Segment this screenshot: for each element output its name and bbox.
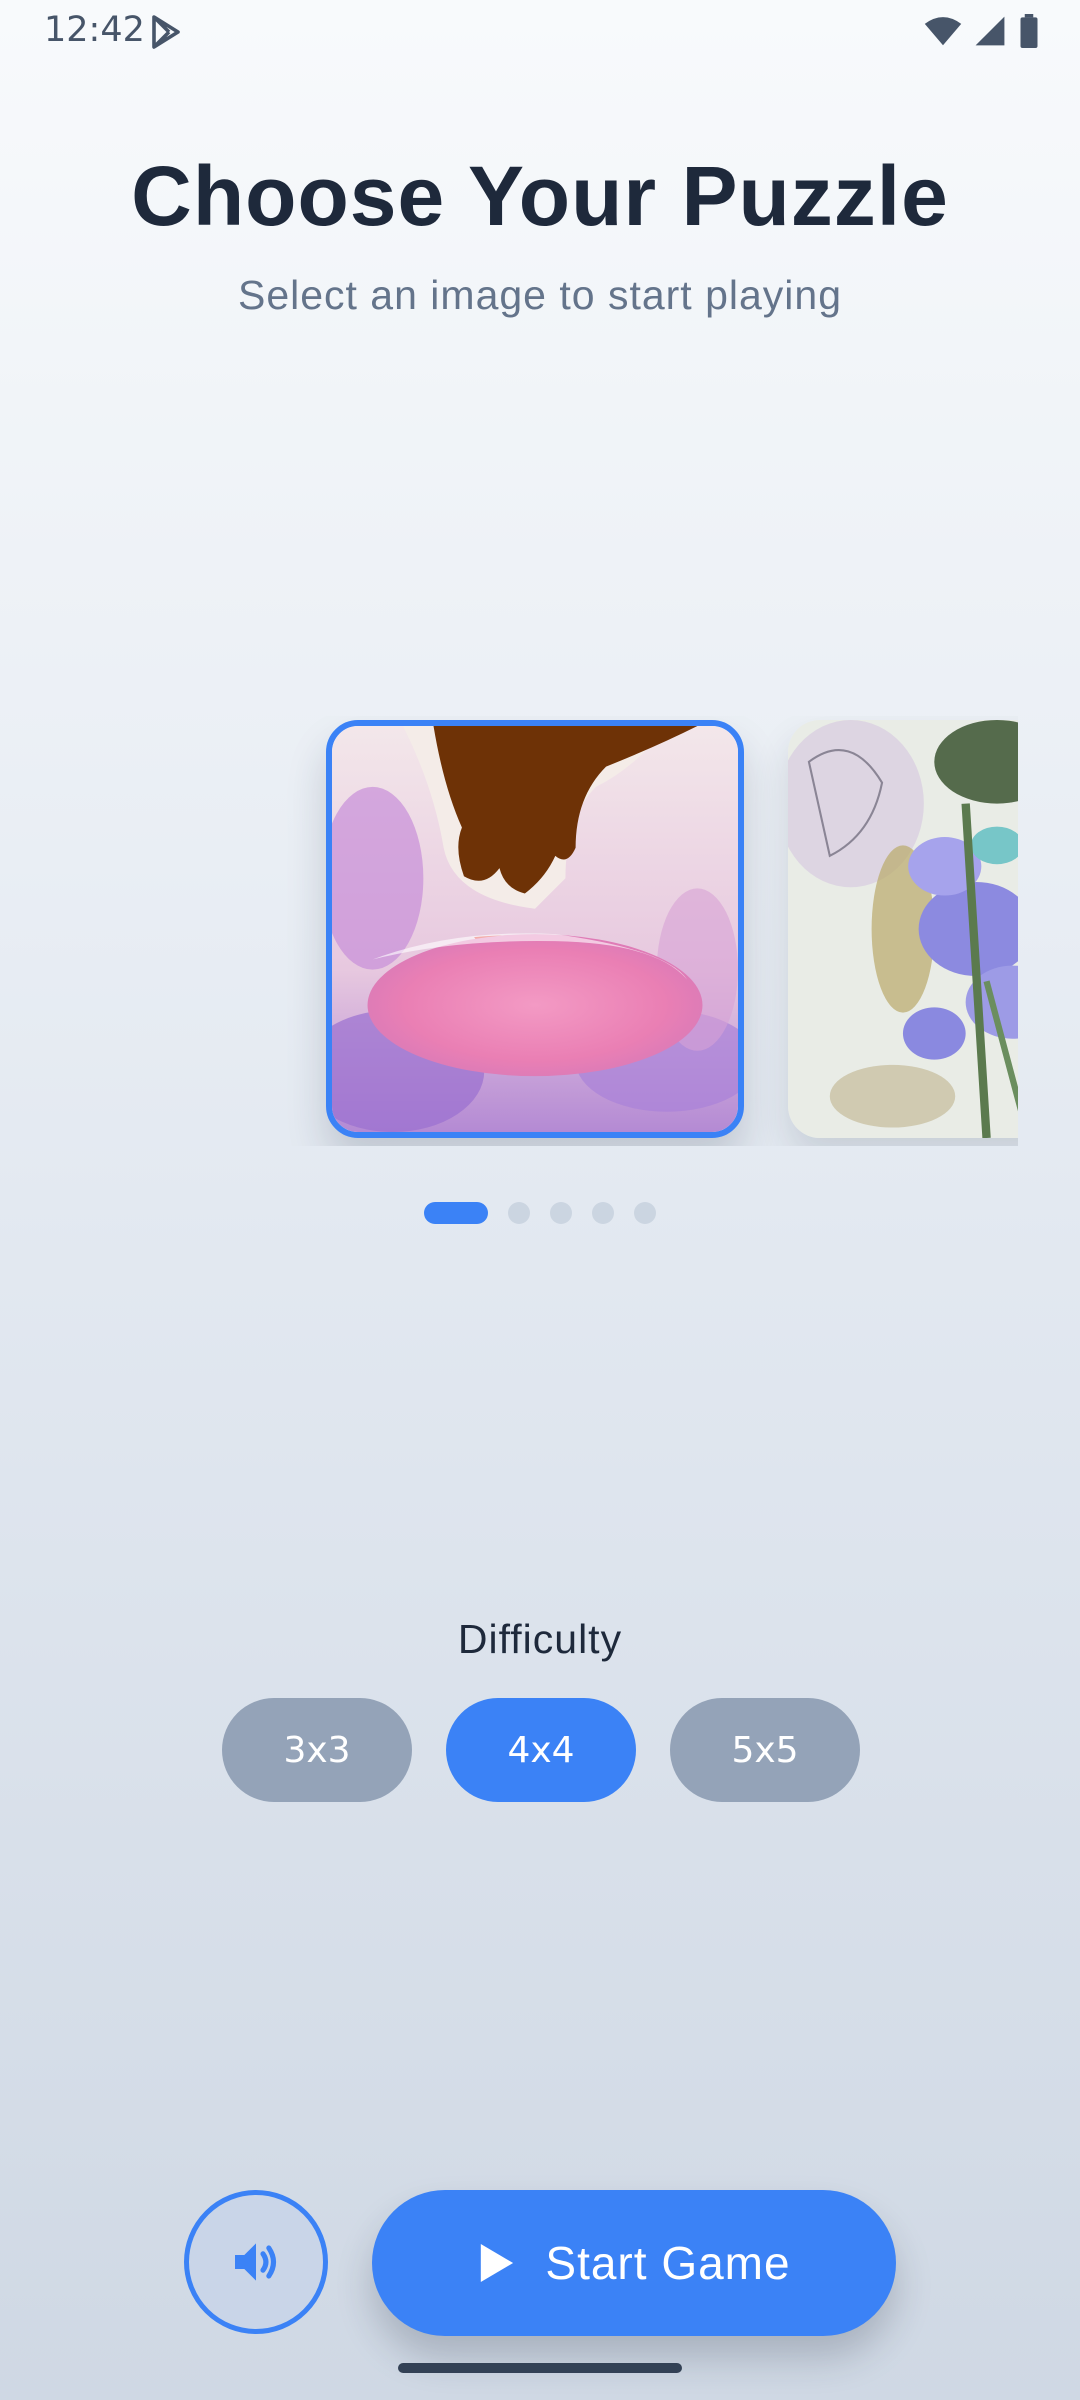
image-carousel[interactable] [0,716,1018,1146]
difficulty-selector: 3x3 4x4 5x5 [222,1698,860,1802]
battery-icon [1020,14,1038,48]
puzzle-image-card[interactable] [788,720,1018,1138]
page-dot[interactable] [508,1202,530,1224]
difficulty-label: Difficulty [457,1616,623,1662]
status-bar: 12:42 [0,0,1080,62]
page-dot-active[interactable] [424,1202,488,1224]
page-dot[interactable] [634,1202,656,1224]
difficulty-4x4-button[interactable]: 4x4 [446,1698,636,1802]
difficulty-5x5-button[interactable]: 5x5 [670,1698,860,1802]
page-dot[interactable] [592,1202,614,1224]
blue-flowers-artwork [788,720,1018,1138]
page-dot[interactable] [550,1202,572,1224]
start-game-label: Start Game [545,2237,791,2289]
puzzle-image-card-selected[interactable] [326,720,744,1138]
abstract-pink-artwork [332,726,738,1132]
play-store-icon [152,15,180,49]
play-icon [481,2244,514,2282]
difficulty-3x3-button[interactable]: 3x3 [222,1698,412,1802]
carousel-page-indicator [424,1202,656,1224]
wifi-icon [924,17,962,46]
page-title: Choose Your Puzzle [131,149,949,243]
sound-toggle-button[interactable] [184,2190,328,2334]
home-indicator[interactable] [398,2363,682,2373]
start-game-button[interactable]: Start Game [372,2190,896,2336]
status-time: 12:42 [44,10,145,50]
volume-icon [235,2243,277,2281]
page-subtitle: Select an image to start playing [237,272,843,318]
signal-icon [975,16,1005,46]
status-icons [924,14,1040,48]
